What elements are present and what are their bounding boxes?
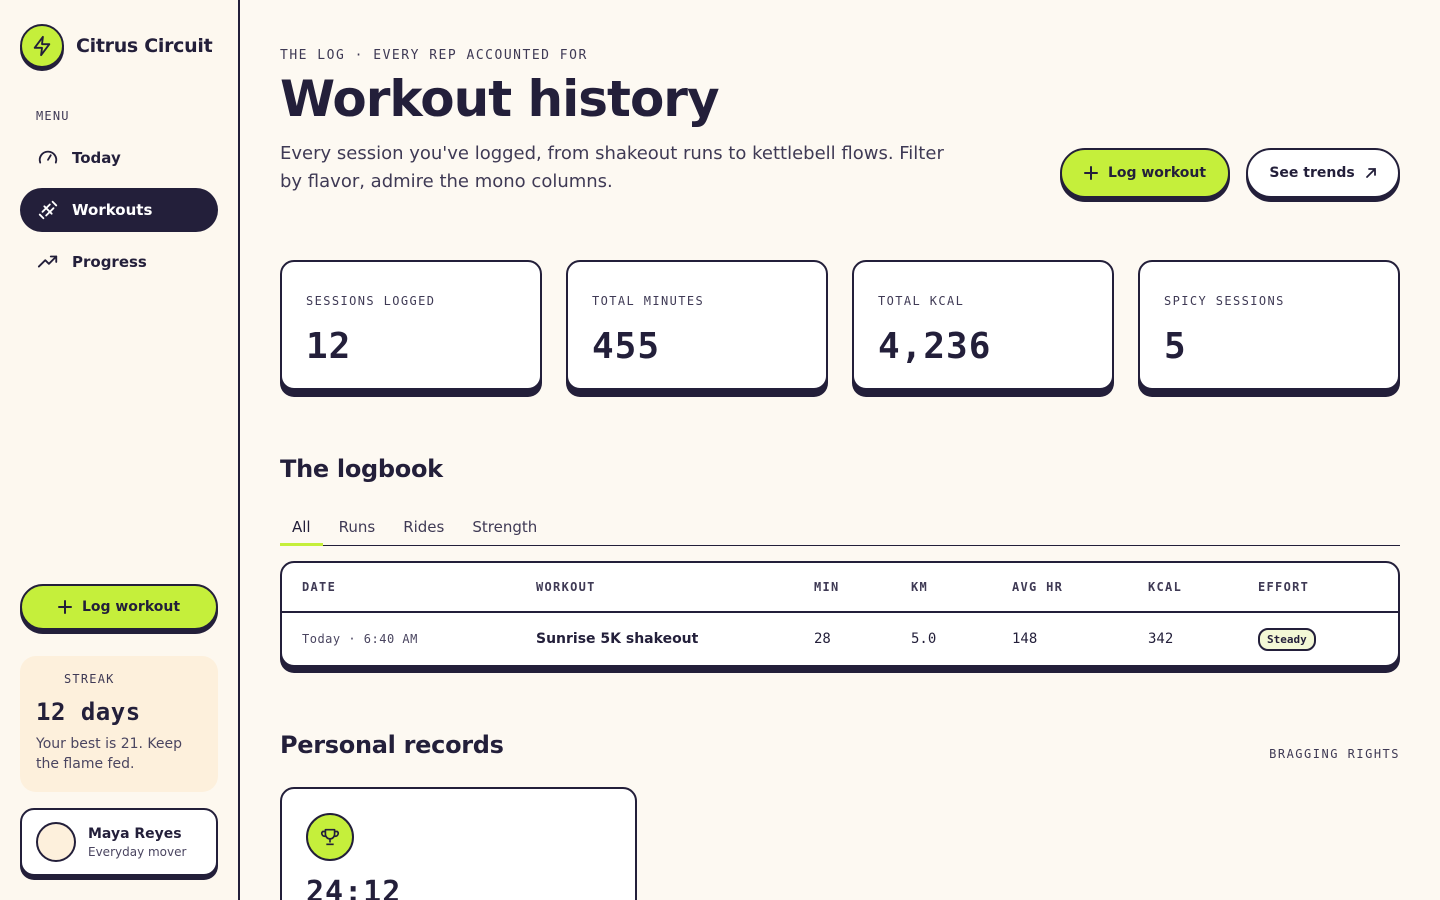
column-header-min[interactable]: MIN: [814, 563, 840, 611]
effort-badge: Steady: [1258, 627, 1316, 651]
plus-icon: [1083, 166, 1098, 180]
log-workout-label: Log workout: [1107, 165, 1207, 181]
main-content: THE LOG · EVERY REP ACCOUNTED FOR Workou…: [280, 0, 1400, 900]
log-workout-button[interactable]: Log workout: [1060, 148, 1230, 198]
stat-card-sessions: SESSIONS LOGGED 12: [280, 260, 542, 390]
column-header-workout[interactable]: WORKOUT: [536, 563, 596, 611]
sidebar-item-today[interactable]: Today: [20, 136, 218, 180]
trophy-icon: [306, 813, 354, 861]
column-header-kcal[interactable]: KCAL: [1148, 563, 1182, 611]
row-workout: Sunrise 5K shakeout: [536, 631, 699, 647]
plus-icon: [57, 600, 72, 614]
stat-value: 12: [306, 326, 352, 367]
trend-up-icon: [36, 250, 60, 274]
stat-label: SPICY SESSIONS: [1164, 294, 1285, 308]
page-description: Every session you've logged, from shakeo…: [280, 143, 944, 192]
tab-strength[interactable]: Strength: [460, 512, 549, 545]
tab-rides[interactable]: Rides: [391, 512, 456, 545]
row-avg-hr: 148: [1012, 631, 1038, 647]
brand-name: Citrus Circuit: [76, 35, 213, 57]
stat-value: 4,236: [878, 326, 992, 367]
records-tag: BRAGGING RIGHTS: [1269, 747, 1400, 761]
profile-subtitle: Everyday mover: [88, 844, 187, 859]
row-min: 28: [814, 631, 831, 647]
column-header-avg-hr[interactable]: AVG HR: [1012, 563, 1063, 611]
sidebar-item-label: Progress: [72, 253, 147, 271]
profile-name: Maya Reyes: [88, 825, 182, 842]
streak-card: STREAK 12 days Your best is 21. Keep the…: [20, 656, 218, 792]
stat-card-kcal: TOTAL KCAL 4,236: [852, 260, 1114, 390]
streak-value: 12 days: [36, 698, 141, 726]
sidebar-nav: Today Workouts Progress: [20, 136, 218, 292]
column-header-km[interactable]: KM: [911, 563, 928, 611]
row-km: 5.0: [911, 631, 937, 647]
brand[interactable]: Citrus Circuit: [20, 24, 213, 68]
page-title: Workout history: [280, 70, 720, 128]
sidebar: Citrus Circuit MENU Today Workouts Progr…: [0, 0, 240, 900]
records-title: Personal records: [280, 731, 504, 759]
stat-label: SESSIONS LOGGED: [306, 294, 436, 308]
stat-card-spicy: SPICY SESSIONS 5: [1138, 260, 1400, 390]
streak-label: STREAK: [64, 672, 115, 686]
column-header-effort[interactable]: EFFORT: [1258, 563, 1309, 611]
stat-card-minutes: TOTAL MINUTES 455: [566, 260, 828, 390]
stat-value: 455: [592, 326, 661, 367]
row-kcal: 342: [1148, 631, 1174, 647]
table-row[interactable]: Today · 6:40 AM Sunrise 5K shakeout 28 5…: [282, 613, 1398, 665]
record-value: 24:12: [306, 875, 402, 900]
dumbbell-icon: [36, 198, 60, 222]
row-date: Today · 6:40 AM: [302, 632, 418, 646]
menu-label: MENU: [36, 109, 70, 123]
logbook-title: The logbook: [280, 455, 443, 483]
sidebar-item-workouts[interactable]: Workouts: [20, 188, 218, 232]
tab-runs[interactable]: Runs: [327, 512, 388, 545]
column-header-date[interactable]: DATE: [302, 563, 336, 611]
sidebar-item-label: Today: [72, 149, 121, 167]
workout-table: DATE WORKOUT MIN KM AVG HR KCAL EFFORT T…: [280, 561, 1400, 667]
row-effort-cell: Steady: [1258, 613, 1316, 665]
stat-label: TOTAL MINUTES: [592, 294, 705, 308]
sidebar-item-label: Workouts: [72, 201, 153, 219]
avatar: [36, 822, 76, 862]
stat-value: 5: [1164, 326, 1187, 367]
sidebar-log-workout-label: Log workout: [81, 599, 181, 615]
see-trends-label: See trends: [1269, 165, 1355, 181]
see-trends-button[interactable]: See trends: [1246, 148, 1400, 198]
table-header: DATE WORKOUT MIN KM AVG HR KCAL EFFORT: [282, 563, 1398, 613]
record-card: 24:12: [280, 787, 637, 900]
arrow-up-right-icon: [1365, 167, 1377, 179]
gauge-icon: [36, 146, 60, 170]
sidebar-item-progress[interactable]: Progress: [20, 240, 218, 284]
profile-card[interactable]: Maya Reyes Everyday mover: [20, 808, 218, 876]
tab-all[interactable]: All: [280, 512, 323, 546]
stat-label: TOTAL KCAL: [878, 294, 965, 308]
stats-row: SESSIONS LOGGED 12 TOTAL MINUTES 455 TOT…: [280, 260, 1400, 390]
bolt-icon: [20, 24, 64, 68]
logbook-tabs: All Runs Rides Strength: [280, 512, 1400, 546]
sidebar-log-workout-button[interactable]: Log workout: [20, 584, 218, 630]
page-eyebrow: THE LOG · EVERY REP ACCOUNTED FOR: [280, 48, 588, 63]
streak-note: Your best is 21. Keep the flame fed.: [36, 736, 183, 772]
